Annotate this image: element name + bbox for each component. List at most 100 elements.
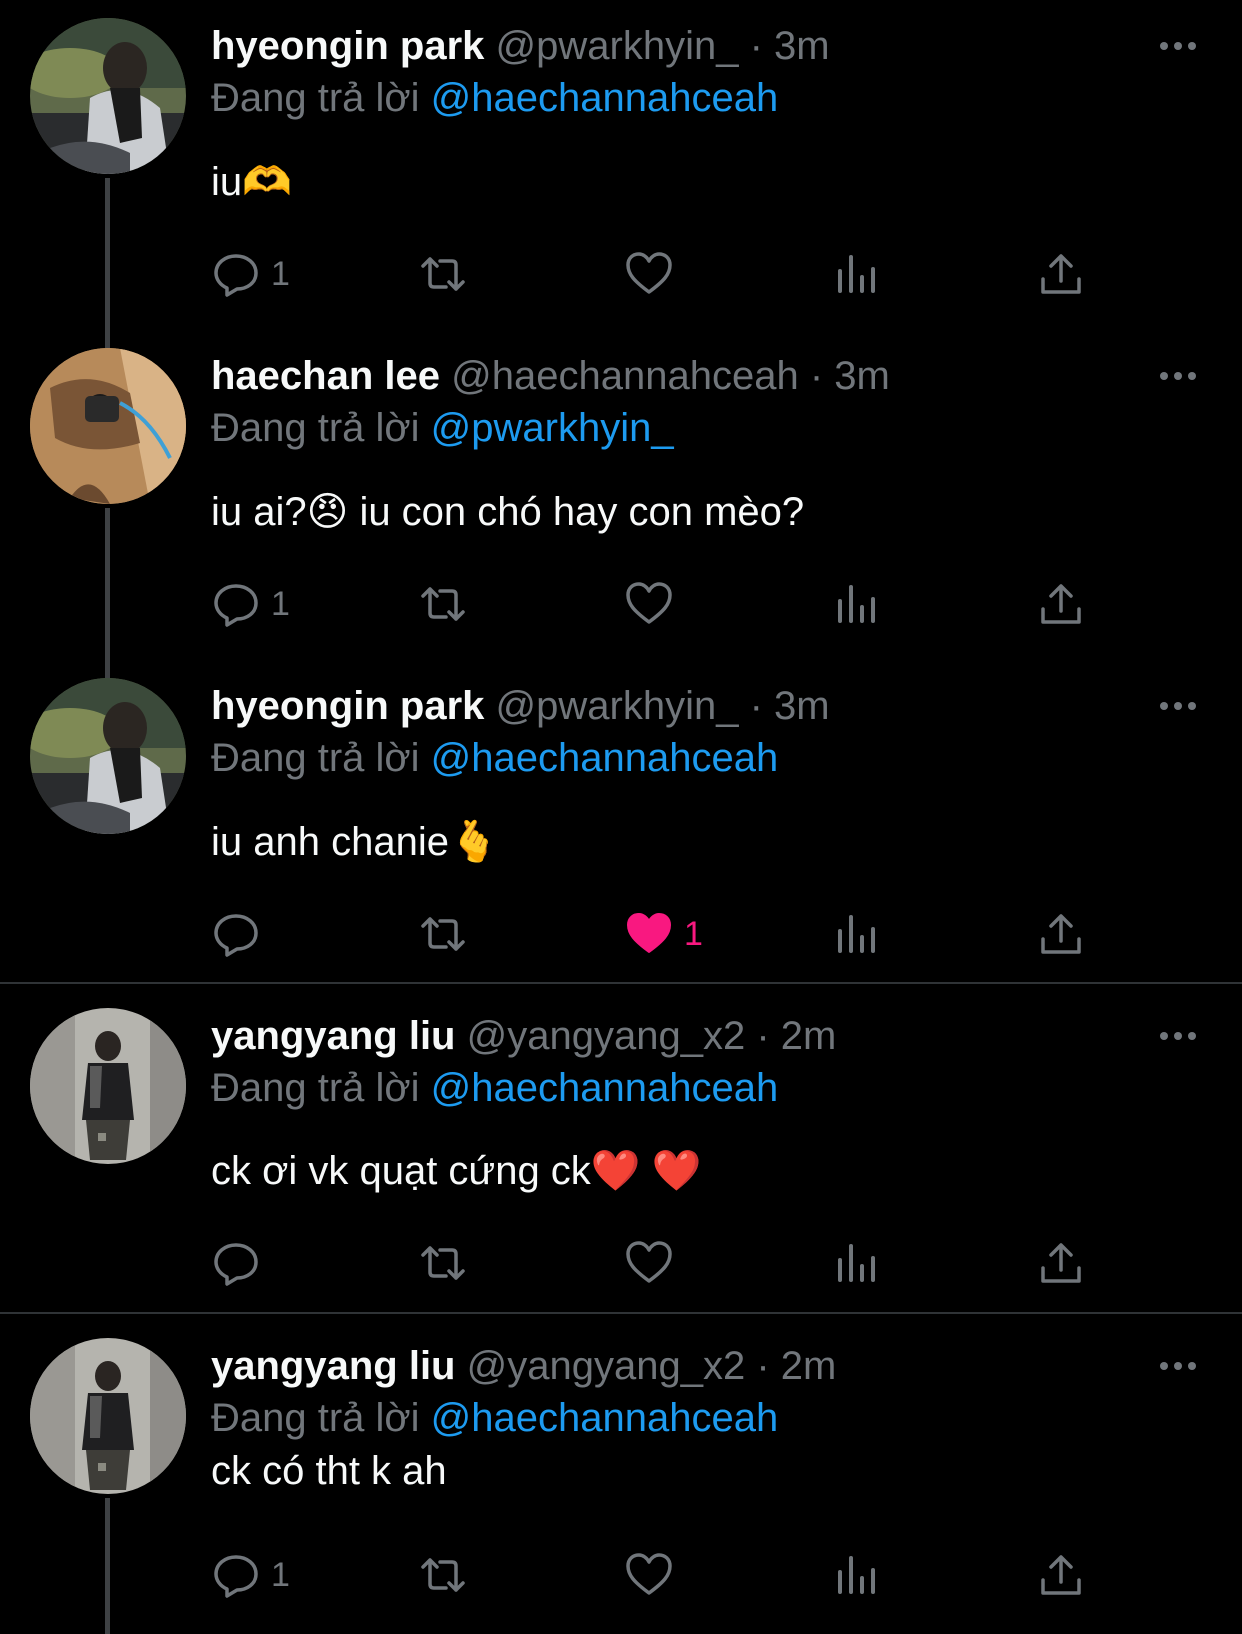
like-button[interactable] — [624, 1545, 684, 1605]
action-bar: 1 — [0, 1545, 1242, 1605]
user-handle[interactable]: @pwarkhyin_ — [496, 24, 739, 68]
display-name[interactable]: haechan lee — [211, 354, 440, 398]
reply-button[interactable]: 1 — [211, 244, 290, 304]
share-button[interactable] — [1036, 1233, 1086, 1293]
views-button[interactable] — [831, 574, 881, 634]
views-button[interactable] — [831, 244, 881, 304]
tweet-text: iu🫶 — [211, 160, 292, 204]
timestamp[interactable]: 3m — [834, 354, 890, 398]
mention-link[interactable]: @haechannahceah — [431, 1066, 779, 1110]
share-button[interactable] — [1036, 244, 1086, 304]
views-button[interactable] — [831, 1233, 881, 1293]
views-icon — [838, 255, 875, 293]
tweet[interactable]: yangyang liu @yangyang_x2 · 2m Đang trả … — [0, 1320, 1242, 1634]
avatar[interactable] — [30, 348, 186, 504]
retweet-button[interactable] — [418, 1545, 468, 1605]
more-button[interactable] — [1158, 696, 1198, 716]
reply-count: 1 — [271, 254, 290, 293]
replying-to: Đang trả lời @haechannahceah — [211, 734, 778, 782]
user-handle[interactable]: @yangyang_x2 — [467, 1014, 746, 1058]
replying-to: Đang trả lời @haechannahceah — [211, 74, 778, 122]
share-button[interactable] — [1036, 574, 1086, 634]
timestamp[interactable]: 3m — [774, 684, 830, 728]
separator-dot: · — [809, 354, 824, 398]
replying-to-label: Đang trả lời — [211, 1066, 420, 1110]
share-button[interactable] — [1036, 904, 1086, 964]
tweet-text: iu anh chanie🫰 — [211, 820, 499, 864]
share-icon — [1041, 1243, 1081, 1283]
more-button[interactable] — [1158, 1026, 1198, 1046]
tweet-header: yangyang liu @yangyang_x2 · 2m — [211, 1342, 836, 1390]
separator-dot: · — [756, 1014, 770, 1058]
views-icon — [838, 1244, 875, 1282]
like-button[interactable] — [624, 1233, 684, 1293]
reply-button[interactable]: 1 — [211, 574, 290, 634]
tweet-text: iu ai?😠 iu con chó hay con mèo? — [211, 490, 805, 534]
views-icon — [838, 1556, 875, 1594]
retweet-icon — [421, 257, 465, 291]
thread-line — [105, 660, 110, 678]
more-button[interactable] — [1158, 36, 1198, 56]
tweet-header: haechan lee @haechannahceah · 3m — [211, 352, 890, 400]
heart-filled-icon — [627, 913, 671, 953]
replying-to: Đang trả lời @pwarkhyin_ — [211, 404, 674, 452]
more-button[interactable] — [1158, 1356, 1198, 1376]
share-icon — [1041, 1555, 1081, 1595]
reply-count: 1 — [271, 584, 290, 623]
tweet[interactable]: hyeongin park @pwarkhyin_ · 3m Đang trả … — [0, 0, 1242, 330]
tweet[interactable]: yangyang liu @yangyang_x2 · 2m Đang trả … — [0, 990, 1242, 1312]
user-handle[interactable]: @haechannahceah — [451, 354, 799, 398]
user-handle[interactable]: @pwarkhyin_ — [496, 684, 739, 728]
reply-icon — [214, 914, 258, 957]
like-button[interactable] — [624, 244, 684, 304]
more-icon — [1160, 42, 1196, 50]
reply-button[interactable] — [211, 904, 271, 964]
tweet[interactable]: haechan lee @haechannahceah · 3m Đang tr… — [0, 330, 1242, 660]
replying-to: Đang trả lời @haechannahceah — [211, 1064, 778, 1112]
like-button[interactable]: 1 — [624, 904, 703, 964]
separator-dot: · — [749, 24, 763, 68]
like-button[interactable] — [624, 574, 684, 634]
heart-icon — [626, 252, 672, 294]
more-button[interactable] — [1158, 366, 1198, 386]
avatar[interactable] — [30, 18, 186, 174]
tweet[interactable]: hyeongin park @pwarkhyin_ · 3m Đang trả … — [0, 660, 1242, 982]
heart-icon — [626, 582, 672, 624]
reply-button[interactable] — [211, 1233, 271, 1293]
display-name[interactable]: hyeongin park — [211, 24, 484, 68]
retweet-icon — [421, 587, 465, 621]
divider — [0, 1312, 1242, 1314]
share-icon — [1041, 914, 1081, 954]
timestamp[interactable]: 2m — [781, 1014, 837, 1058]
avatar[interactable] — [30, 1008, 186, 1164]
retweet-button[interactable] — [418, 904, 468, 964]
heart-icon — [626, 1553, 672, 1595]
reply-button[interactable]: 1 — [211, 1545, 290, 1605]
replying-to-label: Đang trả lời — [211, 76, 420, 120]
views-icon — [838, 585, 875, 623]
replying-to-label: Đang trả lời — [211, 406, 420, 450]
mention-link[interactable]: @haechannahceah — [431, 736, 779, 780]
user-handle[interactable]: @yangyang_x2 — [467, 1344, 746, 1388]
share-button[interactable] — [1036, 1545, 1086, 1605]
views-button[interactable] — [831, 1545, 881, 1605]
avatar[interactable] — [30, 678, 186, 834]
retweet-button[interactable] — [418, 574, 468, 634]
retweet-button[interactable] — [418, 244, 468, 304]
retweet-button[interactable] — [418, 1233, 468, 1293]
display-name[interactable]: hyeongin park — [211, 684, 484, 728]
mention-link[interactable]: @pwarkhyin_ — [431, 406, 674, 450]
replying-to-label: Đang trả lời — [211, 736, 420, 780]
views-button[interactable] — [831, 904, 881, 964]
timestamp[interactable]: 3m — [774, 24, 830, 68]
avatar[interactable] — [30, 1338, 186, 1494]
display-name[interactable]: yangyang liu — [211, 1344, 456, 1388]
mention-link[interactable]: @haechannahceah — [431, 76, 779, 120]
mention-link[interactable]: @haechannahceah — [431, 1396, 779, 1440]
replying-to-label: Đang trả lời — [211, 1396, 420, 1440]
reply-icon — [214, 584, 258, 627]
action-bar: 1 — [0, 244, 1242, 304]
timestamp[interactable]: 2m — [781, 1344, 837, 1388]
thread-line — [105, 330, 110, 348]
display-name[interactable]: yangyang liu — [211, 1014, 456, 1058]
